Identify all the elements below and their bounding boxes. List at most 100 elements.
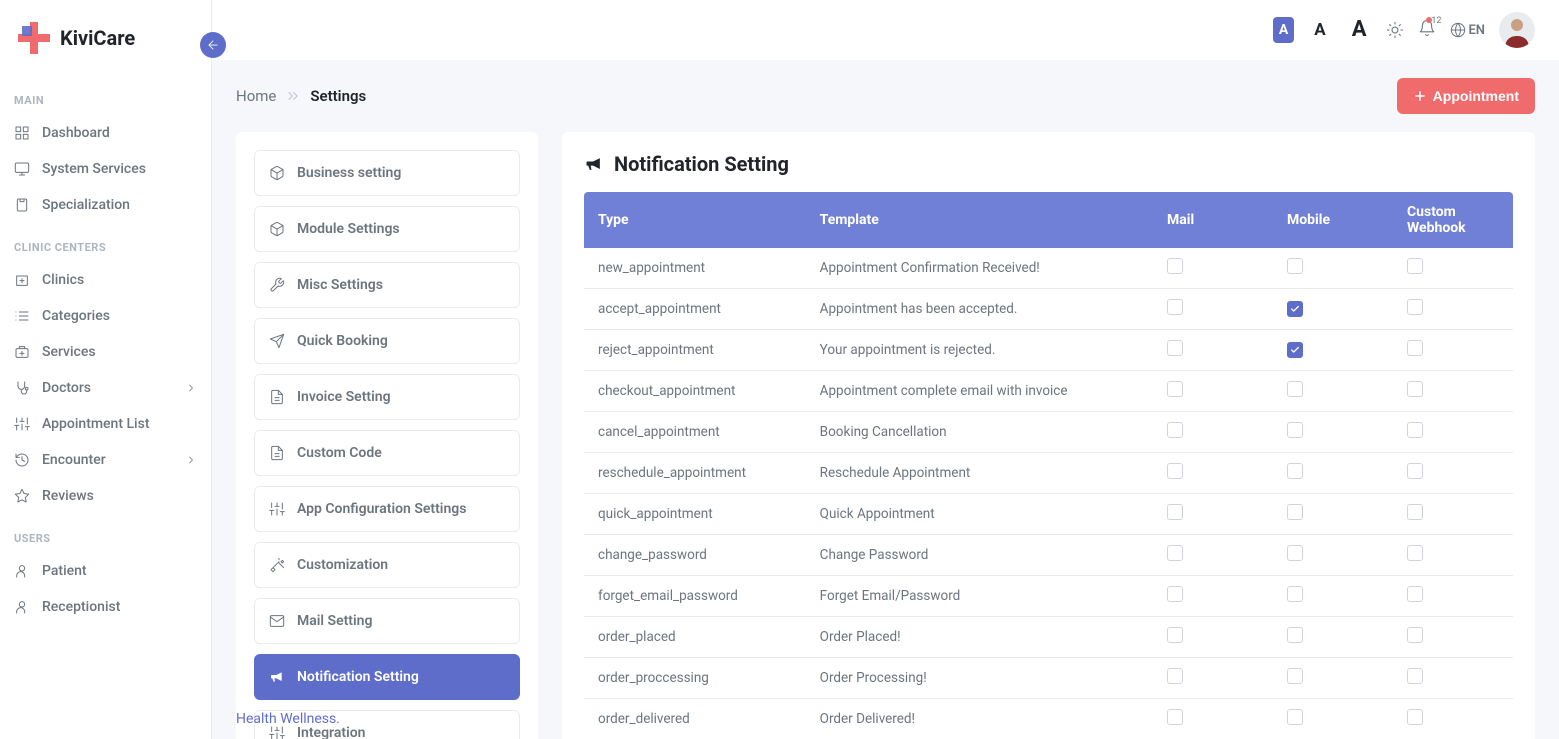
mobile-checkbox[interactable] (1287, 545, 1303, 561)
settings-item-custom-code[interactable]: Custom Code (254, 430, 520, 476)
sidebar-item-services[interactable]: Services (0, 334, 211, 370)
type-cell: forget_email_password (584, 576, 806, 617)
table-row: reschedule_appointment Reschedule Appoin… (584, 453, 1513, 494)
settings-item-label: Quick Booking (297, 333, 388, 349)
box-icon (269, 165, 285, 181)
breadcrumb-home[interactable]: Home (236, 87, 276, 105)
webhook-checkbox[interactable] (1407, 463, 1423, 479)
mail-checkbox[interactable] (1167, 709, 1183, 725)
grid-icon (14, 125, 30, 141)
mail-checkbox[interactable] (1167, 545, 1183, 561)
template-cell: Booking Cancellation (806, 412, 1153, 453)
settings-item-notification-setting[interactable]: Notification Setting (254, 654, 520, 700)
mobile-checkbox[interactable] (1287, 586, 1303, 602)
font-size-small-button[interactable]: A (1273, 17, 1294, 43)
sidebar-item-encounter[interactable]: Encounter (0, 442, 211, 478)
sidebar-item-receptionist[interactable]: Receptionist (0, 589, 211, 625)
settings-item-label: Integration (297, 725, 365, 739)
new-appointment-button[interactable]: Appointment (1397, 78, 1535, 114)
sidebar-item-label: Clinics (42, 272, 84, 288)
mail-checkbox[interactable] (1167, 504, 1183, 520)
sidebar-item-dashboard[interactable]: Dashboard (0, 115, 211, 151)
table-header-mail: Mail (1153, 192, 1273, 248)
template-cell: Your appointment is rejected. (806, 330, 1153, 371)
notifications-button[interactable]: 12 (1418, 19, 1436, 41)
sidebar-item-clinics[interactable]: Clinics (0, 262, 211, 298)
webhook-checkbox[interactable] (1407, 545, 1423, 561)
clipboard-icon (14, 197, 30, 213)
table-row: quick_appointment Quick Appointment (584, 494, 1513, 535)
mail-checkbox[interactable] (1167, 258, 1183, 274)
mobile-checkbox[interactable] (1287, 258, 1303, 274)
mobile-checkbox[interactable] (1287, 709, 1303, 725)
sidebar-item-label: Dashboard (42, 125, 110, 141)
mobile-checkbox[interactable] (1287, 627, 1303, 643)
sidebar-item-specialization[interactable]: Specialization (0, 187, 211, 223)
mobile-checkbox[interactable] (1287, 504, 1303, 520)
type-cell: order_placed (584, 617, 806, 658)
type-cell: order_delivered (584, 699, 806, 739)
settings-item-label: Module Settings (297, 221, 400, 237)
settings-item-app-configuration-settings[interactable]: App Configuration Settings (254, 486, 520, 532)
plus-icon (1413, 89, 1427, 103)
brand-name: KiviCare (60, 26, 135, 50)
mail-checkbox[interactable] (1167, 299, 1183, 315)
webhook-checkbox[interactable] (1407, 709, 1423, 725)
settings-item-module-settings[interactable]: Module Settings (254, 206, 520, 252)
sidebar-item-doctors[interactable]: Doctors (0, 370, 211, 406)
settings-item-quick-booking[interactable]: Quick Booking (254, 318, 520, 364)
webhook-checkbox[interactable] (1407, 627, 1423, 643)
sidebar-section-label: CLINIC CENTERS (0, 223, 211, 262)
font-size-medium-button[interactable]: A (1308, 17, 1331, 43)
mail-checkbox[interactable] (1167, 668, 1183, 684)
sidebar-item-reviews[interactable]: Reviews (0, 478, 211, 514)
sidebar-item-patient[interactable]: Patient (0, 553, 211, 589)
webhook-checkbox[interactable] (1407, 586, 1423, 602)
mobile-checkbox[interactable] (1287, 422, 1303, 438)
webhook-checkbox[interactable] (1407, 299, 1423, 315)
mobile-checkbox[interactable] (1287, 301, 1303, 317)
mail-checkbox[interactable] (1167, 381, 1183, 397)
type-cell: checkout_appointment (584, 371, 806, 412)
webhook-checkbox[interactable] (1407, 504, 1423, 520)
webhook-checkbox[interactable] (1407, 258, 1423, 274)
webhook-checkbox[interactable] (1407, 422, 1423, 438)
logo[interactable]: KiviCare (0, 0, 211, 76)
settings-item-misc-settings[interactable]: Misc Settings (254, 262, 520, 308)
sidebar-item-categories[interactable]: Categories (0, 298, 211, 334)
mail-checkbox[interactable] (1167, 586, 1183, 602)
wand-icon (269, 557, 285, 573)
user-avatar[interactable] (1499, 12, 1535, 48)
theme-toggle-icon[interactable] (1386, 21, 1404, 39)
mobile-checkbox[interactable] (1287, 463, 1303, 479)
mail-checkbox[interactable] (1167, 463, 1183, 479)
webhook-checkbox[interactable] (1407, 381, 1423, 397)
mail-checkbox[interactable] (1167, 627, 1183, 643)
mobile-checkbox[interactable] (1287, 668, 1303, 684)
sidebar-item-appointment-list[interactable]: Appointment List (0, 406, 211, 442)
tools-icon (269, 277, 285, 293)
settings-item-customization[interactable]: Customization (254, 542, 520, 588)
mobile-checkbox[interactable] (1287, 342, 1303, 358)
settings-item-business-setting[interactable]: Business setting (254, 150, 520, 196)
sidebar-collapse-button[interactable] (200, 32, 226, 58)
settings-item-mail-setting[interactable]: Mail Setting (254, 598, 520, 644)
language-selector[interactable]: EN (1450, 22, 1485, 38)
mobile-checkbox[interactable] (1287, 381, 1303, 397)
webhook-checkbox[interactable] (1407, 340, 1423, 356)
settings-item-invoice-setting[interactable]: Invoice Setting (254, 374, 520, 420)
sidebar-item-label: Reviews (42, 488, 94, 504)
settings-item-label: Misc Settings (297, 277, 383, 293)
sidebar-item-label: Patient (42, 563, 87, 579)
table-header-mobile: Mobile (1273, 192, 1393, 248)
template-cell: Order Processing! (806, 658, 1153, 699)
sidebar-item-system-services[interactable]: System Services (0, 151, 211, 187)
font-size-large-button[interactable]: A (1346, 17, 1373, 43)
mail-checkbox[interactable] (1167, 422, 1183, 438)
footer-link[interactable]: Health Wellness. (236, 711, 340, 727)
table-row: order_proccessing Order Processing! (584, 658, 1513, 699)
settings-item-label: Customization (297, 557, 388, 573)
mail-checkbox[interactable] (1167, 340, 1183, 356)
webhook-checkbox[interactable] (1407, 668, 1423, 684)
chevron-right-icon (286, 89, 300, 103)
